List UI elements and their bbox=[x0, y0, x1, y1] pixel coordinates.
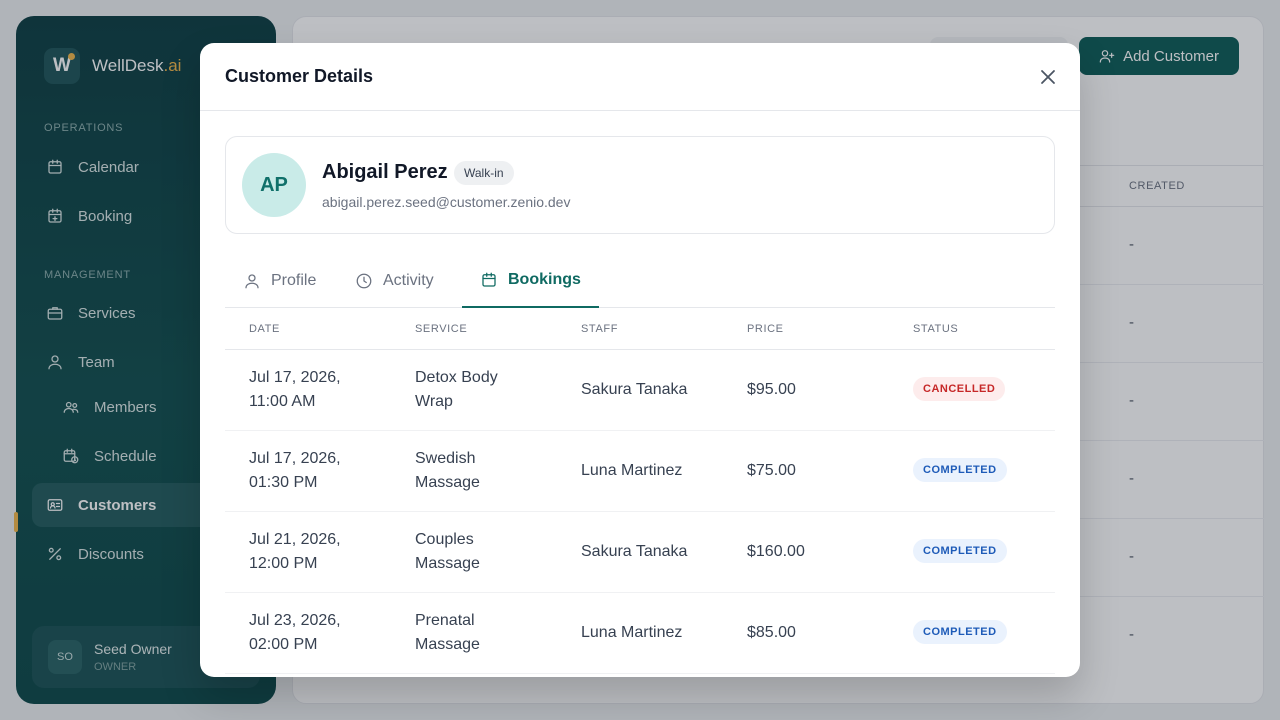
customer-name: Abigail Perez bbox=[322, 161, 448, 183]
status-badge: COMPLETED bbox=[913, 458, 1007, 482]
tab-activity[interactable]: Activity bbox=[337, 253, 452, 308]
bookings-table: DATE SERVICE STAFF PRICE STATUS Jul 17, … bbox=[225, 308, 1055, 674]
booking-price: $75.00 bbox=[747, 462, 796, 479]
booking-date: Jul 21, 2026, 12:00 PM bbox=[249, 531, 341, 572]
bookings-table-header: DATE SERVICE STAFF PRICE STATUS bbox=[225, 308, 1055, 350]
status-badge: CANCELLED bbox=[913, 377, 1006, 401]
user-icon bbox=[245, 273, 259, 288]
booking-price: $160.00 bbox=[747, 543, 805, 560]
tab-bookings[interactable]: Bookings bbox=[462, 253, 599, 308]
booking-price: $95.00 bbox=[747, 381, 796, 398]
booking-service: Swedish Massage bbox=[415, 450, 480, 491]
customer-details-modal: Customer Details AP Abigail Perez Walk-i… bbox=[200, 43, 1080, 677]
calendar-icon bbox=[482, 272, 496, 287]
booking-date: Jul 23, 2026, 02:00 PM bbox=[249, 612, 341, 653]
booking-date: Jul 17, 2026, 11:00 AM bbox=[249, 369, 341, 410]
clock-icon bbox=[356, 273, 372, 288]
close-button[interactable] bbox=[1038, 67, 1058, 87]
close-icon bbox=[1041, 70, 1055, 84]
table-row[interactable]: Jul 21, 2026, 12:00 PM Couples Massage Sak… bbox=[225, 512, 1055, 593]
booking-service: Prenatal Massage bbox=[415, 612, 480, 653]
booking-staff: Sakura Tanaka bbox=[581, 381, 688, 398]
booking-service: Couples Massage bbox=[415, 531, 480, 572]
customer-type-badge: Walk-in bbox=[454, 161, 514, 185]
booking-price: $85.00 bbox=[747, 624, 796, 641]
status-badge: COMPLETED bbox=[913, 539, 1007, 563]
booking-staff: Sakura Tanaka bbox=[581, 543, 688, 560]
column-header-status: STATUS bbox=[913, 323, 959, 335]
modal-header: Customer Details bbox=[200, 43, 1080, 111]
modal-title: Customer Details bbox=[225, 66, 374, 86]
booking-date: Jul 17, 2026, 01:30 PM bbox=[249, 450, 341, 491]
table-row[interactable]: Jul 17, 2026, 01:30 PM Swedish Massage Lun… bbox=[225, 431, 1055, 512]
table-row[interactable]: Jul 23, 2026, 02:00 PM Prenatal Massage Lu… bbox=[225, 593, 1055, 674]
column-header-price: PRICE bbox=[747, 323, 784, 335]
column-header-date: DATE bbox=[249, 323, 280, 335]
modal-tabs: Profile Activity Bookings bbox=[225, 253, 1055, 308]
avatar: AP bbox=[242, 153, 306, 217]
status-badge: COMPLETED bbox=[913, 620, 1007, 644]
tab-profile[interactable]: Profile bbox=[225, 253, 334, 308]
column-header-staff: STAFF bbox=[581, 323, 619, 335]
booking-staff: Luna Martinez bbox=[581, 624, 683, 641]
customer-email: abigail.perez.seed@customer.zenio.dev bbox=[322, 194, 571, 210]
column-header-service: SERVICE bbox=[415, 323, 468, 335]
table-row[interactable]: Jul 17, 2026, 11:00 AM Detox Body Wrap Sak… bbox=[225, 350, 1055, 431]
booking-service: Detox Body Wrap bbox=[415, 369, 498, 410]
customer-card: AP Abigail Perez Walk-in abigail.perez.s… bbox=[225, 136, 1055, 234]
booking-staff: Luna Martinez bbox=[581, 462, 683, 479]
